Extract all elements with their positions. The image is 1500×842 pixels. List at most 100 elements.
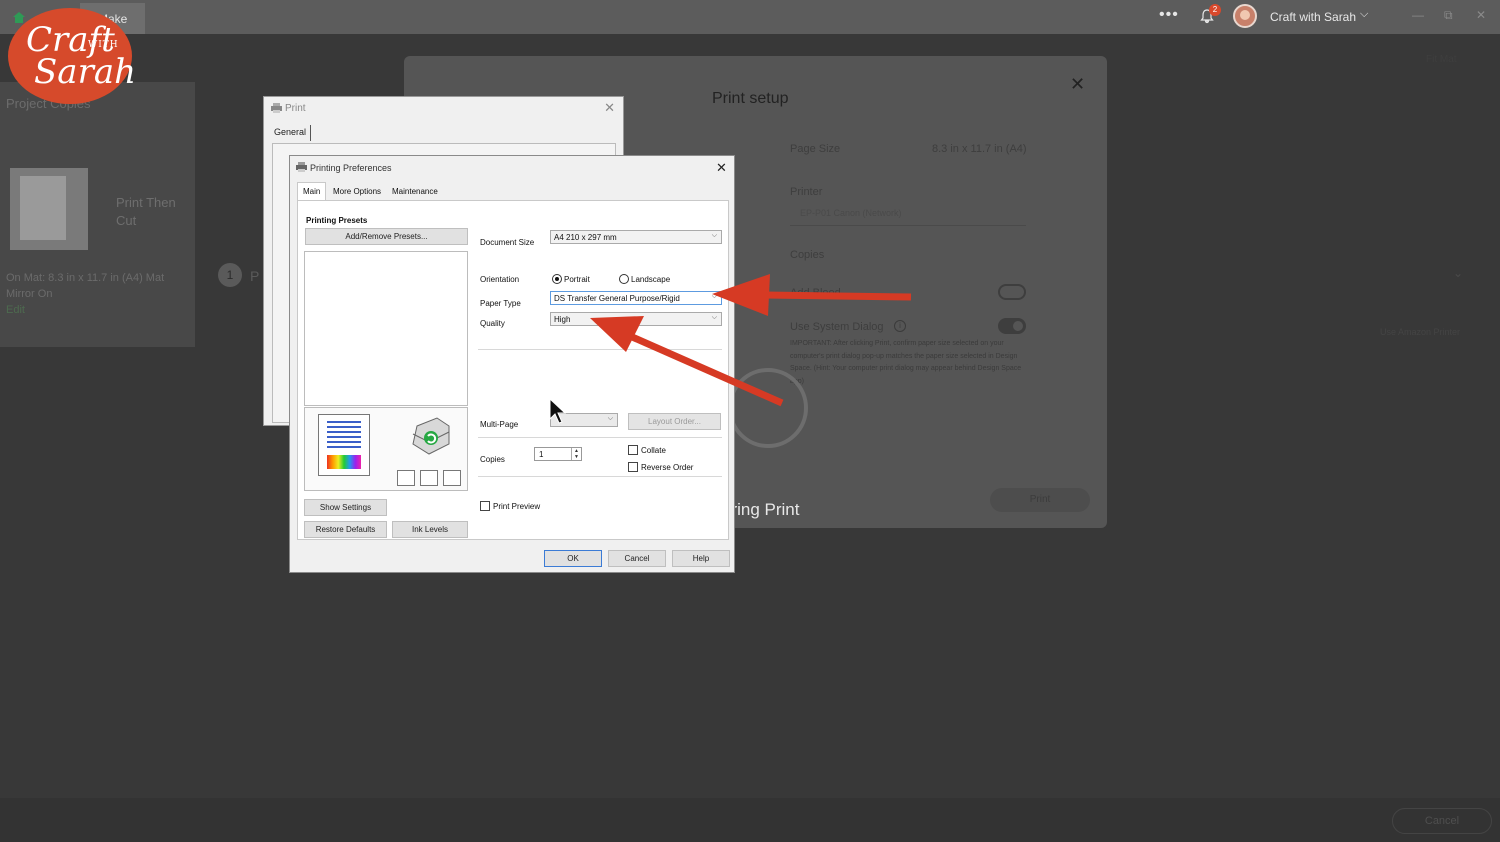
- system-dialog-note: IMPORTANT: After clicking Print, confirm…: [790, 340, 1022, 385]
- copies-stepper[interactable]: ▲ ▼: [571, 448, 581, 460]
- page-line: [327, 436, 361, 438]
- add-bleed-toggle[interactable]: [998, 284, 1026, 300]
- printer-select[interactable]: EP-P01 Canon (Network): [790, 202, 1026, 226]
- close-icon[interactable]: ✕: [716, 160, 727, 176]
- page-line: [327, 441, 361, 443]
- preferences-title: Printing Preferences: [310, 163, 392, 173]
- divider: [478, 437, 722, 438]
- quality-select[interactable]: High ⌵: [550, 312, 722, 326]
- landscape-label: Landscape: [631, 275, 671, 284]
- print-setup-title: Print setup: [712, 90, 789, 107]
- cursor-icon: [549, 398, 567, 424]
- notification-badge: 2: [1209, 4, 1221, 16]
- avatar[interactable]: [1233, 4, 1257, 28]
- tab-divider: [310, 125, 311, 141]
- chevron-down-icon: ⌵: [711, 232, 717, 239]
- page-size-label: Page Size: [790, 143, 841, 155]
- show-settings-button[interactable]: Show Settings: [304, 499, 387, 516]
- use-system-dialog-toggle[interactable]: [998, 318, 1026, 334]
- edit-link[interactable]: Edit: [6, 302, 186, 318]
- bottom-cancel-button[interactable]: Cancel: [1392, 808, 1492, 834]
- page-line: [327, 431, 361, 433]
- chevron-down-icon: ⌵: [711, 314, 717, 321]
- print-preview-graphic: [304, 407, 468, 491]
- mirror-text: Mirror On: [6, 288, 53, 300]
- minimize-button[interactable]: —: [1412, 8, 1424, 22]
- paper-source-icon: [420, 470, 438, 486]
- document-size-select[interactable]: A4 210 x 297 mm ⌵: [550, 230, 722, 244]
- cancel-button[interactable]: Cancel: [608, 550, 666, 567]
- printer-label: Printer: [790, 186, 823, 198]
- logo-line2: Sarah: [34, 52, 136, 92]
- paper-type-select[interactable]: DS Transfer General Purpose/Rigid ⌵: [550, 291, 722, 305]
- printing-preferences-dialog: Printing Preferences ✕ Main More Options…: [289, 155, 735, 573]
- page-size-value: 8.3 in x 11.7 in (A4): [932, 143, 1027, 155]
- collate-label: Collate: [641, 446, 666, 455]
- print-preview-checkbox[interactable]: [480, 501, 490, 511]
- tab-maintenance[interactable]: Maintenance: [387, 185, 443, 198]
- printer-icon: [296, 162, 307, 172]
- page-line: [327, 421, 361, 423]
- step-number: 1: [218, 263, 242, 287]
- close-icon[interactable]: ✕: [1070, 74, 1085, 95]
- preferences-body: Printing Presets Add/Remove Presets... D…: [297, 200, 729, 540]
- multi-page-label: Multi-Page: [480, 420, 519, 429]
- mat-thumbnail[interactable]: [10, 168, 88, 250]
- page-preview-icon: [318, 414, 370, 476]
- orientation-label: Orientation: [480, 275, 520, 284]
- copies-label: Copies: [480, 455, 505, 464]
- copies-label: Copies: [790, 249, 825, 261]
- tab-more-options[interactable]: More Options: [328, 185, 386, 198]
- info-icon[interactable]: i: [894, 320, 906, 332]
- close-icon[interactable]: ✕: [604, 100, 615, 116]
- bottom-bar: [0, 798, 1500, 842]
- restore-button[interactable]: ⧉: [1444, 8, 1453, 23]
- tab-main[interactable]: Main: [297, 182, 327, 200]
- paper-type-value: DS Transfer General Purpose/Rigid: [554, 294, 680, 303]
- landscape-radio[interactable]: [619, 274, 629, 284]
- top-bar: Make ••• 2 Craft with Sarah ⌵ — ⧉ ✕: [0, 0, 1500, 34]
- window-close-button[interactable]: ✕: [1476, 8, 1486, 22]
- divider: [478, 476, 722, 477]
- portrait-radio[interactable]: [552, 274, 562, 284]
- paper-type-label: Paper Type: [480, 299, 521, 308]
- home-icon[interactable]: [12, 11, 26, 24]
- add-bleed-label: Add Bleed: [790, 287, 841, 299]
- tab-general[interactable]: General: [274, 127, 306, 137]
- divider: [478, 349, 722, 350]
- collate-checkbox[interactable]: [628, 445, 638, 455]
- print-button[interactable]: Print: [990, 488, 1090, 512]
- logo-with: WITH: [88, 40, 119, 50]
- ink-levels-button[interactable]: Ink Levels: [392, 521, 468, 538]
- more-options-icon[interactable]: •••: [1159, 6, 1179, 24]
- page-line: [327, 446, 361, 448]
- user-name[interactable]: Craft with Sarah: [1270, 10, 1356, 24]
- copies-input[interactable]: 1 ▲ ▼: [534, 447, 582, 461]
- copies-value: 1: [539, 450, 544, 459]
- paper-source-icon: [397, 470, 415, 486]
- chevron-down-icon: ⌵: [711, 293, 717, 300]
- chevron-down-icon[interactable]: ⌄: [1453, 266, 1463, 280]
- step-label: P: [250, 268, 260, 284]
- page-line: [327, 426, 361, 428]
- craft-with-sarah-logo: Craft WITH Sarah: [8, 8, 136, 104]
- restore-defaults-button[interactable]: Restore Defaults: [304, 521, 387, 538]
- layout-order-button[interactable]: Layout Order...: [628, 413, 721, 430]
- ok-button[interactable]: OK: [544, 550, 602, 567]
- right-note: Use Amazon Printer: [1380, 327, 1461, 337]
- use-system-dialog-label: Use System Dialog: [790, 321, 884, 333]
- add-remove-presets-button[interactable]: Add/Remove Presets...: [305, 228, 468, 245]
- printing-presets-heading: Printing Presets: [306, 216, 368, 225]
- printer-icon: [271, 103, 282, 113]
- fit-mat-label: Fit Mat: [1426, 54, 1457, 65]
- presets-list[interactable]: [304, 251, 468, 406]
- help-button[interactable]: Help: [672, 550, 730, 567]
- document-size-value: A4 210 x 297 mm: [554, 233, 617, 242]
- print-dialog-title: Print: [285, 103, 306, 114]
- printer-icon: [412, 417, 450, 455]
- document-size-label: Document Size: [480, 238, 535, 247]
- reverse-order-label: Reverse Order: [641, 463, 694, 472]
- chevron-down-icon[interactable]: ⌵: [1360, 8, 1368, 21]
- reverse-order-checkbox[interactable]: [628, 462, 638, 472]
- quality-label: Quality: [480, 319, 505, 328]
